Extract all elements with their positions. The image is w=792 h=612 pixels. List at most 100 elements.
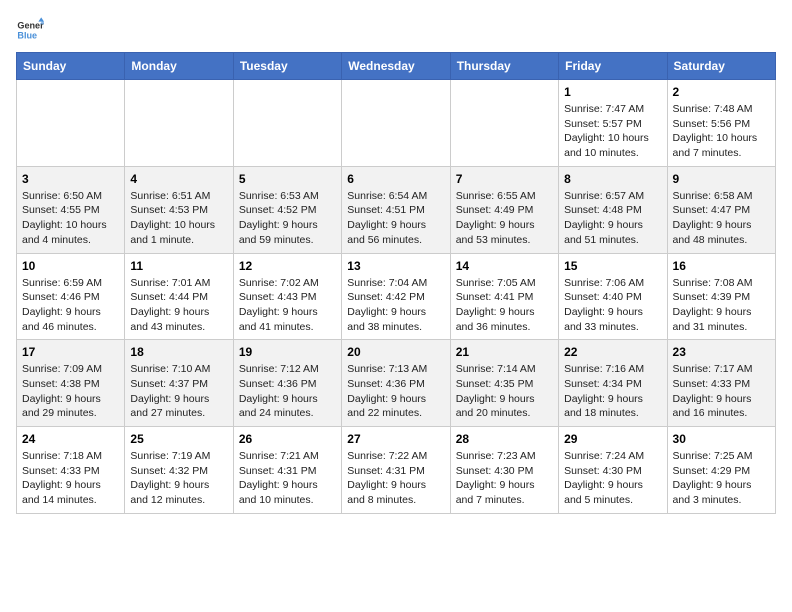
day-number: 21 <box>456 345 553 359</box>
column-header-monday: Monday <box>125 53 233 80</box>
day-info: Sunrise: 6:58 AM Sunset: 4:47 PM Dayligh… <box>673 189 770 248</box>
day-info: Sunrise: 7:47 AM Sunset: 5:57 PM Dayligh… <box>564 102 661 161</box>
calendar-cell: 7 Sunrise: 6:55 AM Sunset: 4:49 PM Daylig… <box>450 166 558 253</box>
day-number: 15 <box>564 259 661 273</box>
calendar-week-3: 10 Sunrise: 6:59 AM Sunset: 4:46 PM Dayli… <box>17 253 776 340</box>
page-header: General Blue <box>16 16 776 44</box>
svg-text:General: General <box>17 21 44 31</box>
column-header-sunday: Sunday <box>17 53 125 80</box>
day-number: 18 <box>130 345 227 359</box>
day-number: 5 <box>239 172 336 186</box>
calendar-cell: 17 Sunrise: 7:09 AM Sunset: 4:38 PM Dayli… <box>17 340 125 427</box>
day-number: 3 <box>22 172 119 186</box>
day-number: 16 <box>673 259 770 273</box>
day-info: Sunrise: 7:01 AM Sunset: 4:44 PM Dayligh… <box>130 276 227 335</box>
day-info: Sunrise: 7:16 AM Sunset: 4:34 PM Dayligh… <box>564 362 661 421</box>
column-header-tuesday: Tuesday <box>233 53 341 80</box>
day-info: Sunrise: 7:08 AM Sunset: 4:39 PM Dayligh… <box>673 276 770 335</box>
calendar-cell: 26 Sunrise: 7:21 AM Sunset: 4:31 PM Dayli… <box>233 427 341 514</box>
calendar-cell: 15 Sunrise: 7:06 AM Sunset: 4:40 PM Dayli… <box>559 253 667 340</box>
logo-icon: General Blue <box>16 16 44 44</box>
day-info: Sunrise: 6:55 AM Sunset: 4:49 PM Dayligh… <box>456 189 553 248</box>
calendar-cell: 13 Sunrise: 7:04 AM Sunset: 4:42 PM Dayli… <box>342 253 450 340</box>
calendar-cell: 29 Sunrise: 7:24 AM Sunset: 4:30 PM Dayli… <box>559 427 667 514</box>
calendar-cell <box>233 80 341 167</box>
day-number: 9 <box>673 172 770 186</box>
svg-text:Blue: Blue <box>17 30 37 40</box>
day-info: Sunrise: 7:25 AM Sunset: 4:29 PM Dayligh… <box>673 449 770 508</box>
calendar-cell: 1 Sunrise: 7:47 AM Sunset: 5:57 PM Daylig… <box>559 80 667 167</box>
day-info: Sunrise: 7:19 AM Sunset: 4:32 PM Dayligh… <box>130 449 227 508</box>
day-info: Sunrise: 7:09 AM Sunset: 4:38 PM Dayligh… <box>22 362 119 421</box>
day-info: Sunrise: 7:06 AM Sunset: 4:40 PM Dayligh… <box>564 276 661 335</box>
day-number: 17 <box>22 345 119 359</box>
column-header-saturday: Saturday <box>667 53 775 80</box>
calendar-cell: 11 Sunrise: 7:01 AM Sunset: 4:44 PM Dayli… <box>125 253 233 340</box>
calendar-cell: 23Sunrise: 7:17 AM Sunset: 4:33 PM Dayli… <box>667 340 775 427</box>
column-header-wednesday: Wednesday <box>342 53 450 80</box>
day-info: Sunrise: 6:57 AM Sunset: 4:48 PM Dayligh… <box>564 189 661 248</box>
calendar-week-5: 24 Sunrise: 7:18 AM Sunset: 4:33 PM Dayli… <box>17 427 776 514</box>
day-number: 6 <box>347 172 444 186</box>
calendar-cell: 24 Sunrise: 7:18 AM Sunset: 4:33 PM Dayli… <box>17 427 125 514</box>
day-info: Sunrise: 6:50 AM Sunset: 4:55 PM Dayligh… <box>22 189 119 248</box>
day-info: Sunrise: 6:53 AM Sunset: 4:52 PM Dayligh… <box>239 189 336 248</box>
day-number: 28 <box>456 432 553 446</box>
day-info: Sunrise: 7:18 AM Sunset: 4:33 PM Dayligh… <box>22 449 119 508</box>
calendar-cell <box>125 80 233 167</box>
day-info: Sunrise: 7:22 AM Sunset: 4:31 PM Dayligh… <box>347 449 444 508</box>
day-number: 24 <box>22 432 119 446</box>
day-number: 22 <box>564 345 661 359</box>
day-number: 27 <box>347 432 444 446</box>
calendar-cell: 18 Sunrise: 7:10 AM Sunset: 4:37 PM Dayli… <box>125 340 233 427</box>
day-info: Sunrise: 6:51 AM Sunset: 4:53 PM Dayligh… <box>130 189 227 248</box>
calendar-cell: 4 Sunrise: 6:51 AM Sunset: 4:53 PM Daylig… <box>125 166 233 253</box>
day-info: Sunrise: 7:05 AM Sunset: 4:41 PM Dayligh… <box>456 276 553 335</box>
calendar-cell <box>450 80 558 167</box>
day-number: 26 <box>239 432 336 446</box>
calendar-cell <box>342 80 450 167</box>
calendar-cell: 20 Sunrise: 7:13 AM Sunset: 4:36 PM Dayli… <box>342 340 450 427</box>
day-number: 14 <box>456 259 553 273</box>
day-number: 2 <box>673 85 770 99</box>
calendar-cell: 3 Sunrise: 6:50 AM Sunset: 4:55 PM Daylig… <box>17 166 125 253</box>
calendar-cell: 10 Sunrise: 6:59 AM Sunset: 4:46 PM Dayli… <box>17 253 125 340</box>
logo: General Blue <box>16 16 48 44</box>
day-number: 23 <box>673 345 770 359</box>
day-info: Sunrise: 7:21 AM Sunset: 4:31 PM Dayligh… <box>239 449 336 508</box>
day-info: Sunrise: 6:59 AM Sunset: 4:46 PM Dayligh… <box>22 276 119 335</box>
calendar-week-1: 1 Sunrise: 7:47 AM Sunset: 5:57 PM Daylig… <box>17 80 776 167</box>
day-info: Sunrise: 7:12 AM Sunset: 4:36 PM Dayligh… <box>239 362 336 421</box>
day-info: Sunrise: 7:48 AM Sunset: 5:56 PM Dayligh… <box>673 102 770 161</box>
day-info: Sunrise: 7:10 AM Sunset: 4:37 PM Dayligh… <box>130 362 227 421</box>
day-number: 20 <box>347 345 444 359</box>
day-number: 13 <box>347 259 444 273</box>
calendar-cell: 28 Sunrise: 7:23 AM Sunset: 4:30 PM Dayli… <box>450 427 558 514</box>
day-number: 7 <box>456 172 553 186</box>
calendar-cell: 6 Sunrise: 6:54 AM Sunset: 4:51 PM Daylig… <box>342 166 450 253</box>
day-info: Sunrise: 7:04 AM Sunset: 4:42 PM Dayligh… <box>347 276 444 335</box>
calendar-cell: 2 Sunrise: 7:48 AM Sunset: 5:56 PM Daylig… <box>667 80 775 167</box>
day-info: Sunrise: 6:54 AM Sunset: 4:51 PM Dayligh… <box>347 189 444 248</box>
day-number: 10 <box>22 259 119 273</box>
calendar-header-row: SundayMondayTuesdayWednesdayThursdayFrid… <box>17 53 776 80</box>
calendar-cell: 14 Sunrise: 7:05 AM Sunset: 4:41 PM Dayli… <box>450 253 558 340</box>
day-number: 4 <box>130 172 227 186</box>
calendar-table: SundayMondayTuesdayWednesdayThursdayFrid… <box>16 52 776 514</box>
day-info: Sunrise: 7:13 AM Sunset: 4:36 PM Dayligh… <box>347 362 444 421</box>
calendar-week-2: 3 Sunrise: 6:50 AM Sunset: 4:55 PM Daylig… <box>17 166 776 253</box>
day-number: 11 <box>130 259 227 273</box>
day-number: 30 <box>673 432 770 446</box>
day-number: 1 <box>564 85 661 99</box>
calendar-cell: 30 Sunrise: 7:25 AM Sunset: 4:29 PM Dayli… <box>667 427 775 514</box>
calendar-cell: 19 Sunrise: 7:12 AM Sunset: 4:36 PM Dayli… <box>233 340 341 427</box>
day-info: Sunrise: 7:24 AM Sunset: 4:30 PM Dayligh… <box>564 449 661 508</box>
calendar-cell: 12Sunrise: 7:02 AM Sunset: 4:43 PM Dayli… <box>233 253 341 340</box>
day-info: Sunrise: 7:02 AM Sunset: 4:43 PM Dayligh… <box>239 276 336 335</box>
day-number: 29 <box>564 432 661 446</box>
calendar-cell: 8 Sunrise: 6:57 AM Sunset: 4:48 PM Daylig… <box>559 166 667 253</box>
day-number: 8 <box>564 172 661 186</box>
calendar-body: 1 Sunrise: 7:47 AM Sunset: 5:57 PM Daylig… <box>17 80 776 514</box>
day-info: Sunrise: 7:23 AM Sunset: 4:30 PM Dayligh… <box>456 449 553 508</box>
day-number: 19 <box>239 345 336 359</box>
